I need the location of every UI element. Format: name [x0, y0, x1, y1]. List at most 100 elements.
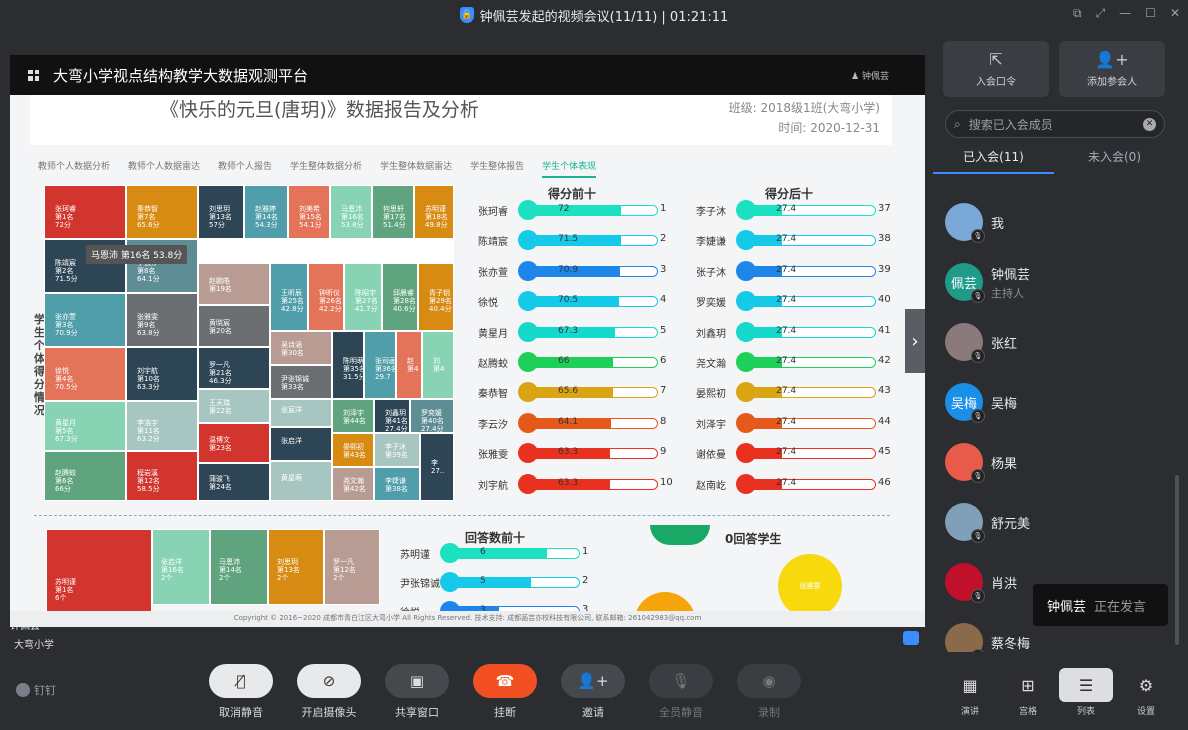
treemap-cell[interactable]: 蒲骏飞 第24名: [198, 463, 270, 501]
treemap-cell[interactable]: 青子钥 第29名 40.4分: [418, 263, 454, 331]
fullscreen-icon[interactable]: ⤢: [1096, 6, 1106, 21]
unmute-button[interactable]: 🎙̸ 取消静音: [209, 664, 273, 720]
treemap-cell[interactable]: 黄晓宸 第20名: [198, 305, 270, 347]
participant-item[interactable]: 🎙 张红: [933, 312, 1175, 372]
treemap-cell[interactable]: 赵鹏皓 第19名: [198, 263, 270, 305]
treemap-cell[interactable]: 赵腾蛟 第6名 66分: [44, 451, 126, 501]
ranking-value: 27.4: [776, 356, 797, 366]
answer-cell[interactable]: 张启洋 第16名 2个: [152, 529, 210, 605]
record-button[interactable]: ◉ 录制: [737, 664, 801, 720]
treemap-cell[interactable]: 刘宇航 第10名 63.3分: [126, 347, 198, 401]
treemap-cell[interactable]: 张启洋: [270, 427, 332, 461]
chat-bubble-icon[interactable]: [903, 631, 919, 645]
close-icon[interactable]: ✕: [1170, 6, 1180, 21]
clear-search-icon[interactable]: ✕: [1143, 117, 1156, 131]
report-tab[interactable]: 教师个人数据雷达: [128, 159, 200, 178]
ranking-value: 27.4: [776, 264, 797, 275]
participant-item[interactable]: 🎙 舒元美: [933, 492, 1175, 552]
treemap-cell[interactable]: 马恩沛 第16名 53.8分: [330, 185, 372, 239]
treemap-cell[interactable]: 邱晨睿 第28名 40.6分: [382, 263, 418, 331]
participant-item[interactable]: 吴梅 🎙 吴梅: [933, 372, 1175, 432]
mic-muted-icon: 🎙: [971, 409, 985, 423]
popout-icon[interactable]: ⧉: [1073, 6, 1082, 21]
tab-joined[interactable]: 已入会(11): [933, 142, 1054, 174]
participant-item[interactable]: 佩芸 🎙 钟佩芸 主持人: [933, 252, 1175, 312]
answer-cell[interactable]: 罗一凡 第12名 2个: [324, 529, 380, 605]
participant-item[interactable]: 🎙 杨果: [933, 432, 1175, 492]
answer-cell[interactable]: 苏明谨 第1名 6个: [46, 529, 152, 619]
report-tab[interactable]: 学生整体数据分析: [290, 159, 362, 178]
treemap-cell[interactable]: 王昕辰 第25名 42.8分: [270, 263, 308, 331]
participant-item[interactable]: 🎙 我: [933, 192, 1175, 252]
treemap-cell[interactable]: 尹张锦诚 第33名: [270, 365, 332, 399]
treemap-cell[interactable]: 张亦萱 第3名 70.9分: [44, 293, 126, 347]
treemap-cell[interactable]: 钟昕仪 第26名 42.2分: [308, 263, 344, 331]
treemap-cell[interactable]: 苏明谨 第18名 49.8分: [414, 185, 454, 239]
layout-list-button[interactable]: ☰: [1059, 668, 1113, 702]
treemap-cell[interactable]: 王天瑞 第22名: [198, 389, 270, 423]
treemap-cell[interactable]: 刘思玥 第13名 57分: [198, 185, 244, 239]
treemap-cell[interactable]: 刘美希 第15名 54.1分: [288, 185, 330, 239]
treemap-cell[interactable]: 何思轩 第17名 51.4分: [372, 185, 414, 239]
apps-grid-icon: [28, 69, 39, 81]
treemap-cell[interactable]: 李浩宇 第11名 63.2分: [126, 401, 198, 451]
report-tab[interactable]: 教师个人数据分析: [38, 159, 110, 178]
ranking-row: 张珂睿 72 1: [478, 200, 678, 220]
treemap-cell[interactable]: 程岩溪 第12名 58.5分: [126, 451, 198, 501]
treemap-cell-label: 秦恭智 第7名 65.6分: [137, 205, 160, 229]
treemap-cell[interactable]: 罗一凡 第21名 46.3分: [198, 347, 270, 389]
treemap-cell[interactable]: 罗奕媛 第40名 27.4分: [410, 399, 454, 433]
ranking-bar: [746, 235, 876, 247]
treemap-cell[interactable]: 尧文瀚 第42名: [332, 467, 374, 501]
answer-cell[interactable]: 刘思玥 第13名 2个: [268, 529, 324, 605]
treemap-cell[interactable]: 赵雅婷 第14名 54.3分: [244, 185, 288, 239]
treemap-cell[interactable]: 李子沐 第39名: [374, 433, 420, 467]
treemap-cell[interactable]: 陈昭宇 第27名 41.7分: [344, 263, 382, 331]
treemap-cell[interactable]: 陈明萌 第35名 31.5分: [332, 331, 364, 399]
layout-grid-button[interactable]: ⊞: [1001, 668, 1055, 702]
meeting-title: 🔒 钟佩芸发起的视频会议(11/11) | 01:21:11: [459, 6, 728, 25]
collapse-panel-chevron-icon[interactable]: ›: [905, 309, 925, 373]
treemap-cell-label: 尹张锦诚 第33名: [281, 375, 309, 391]
treemap-cell[interactable]: 张宸洋: [270, 399, 332, 427]
treemap-cell[interactable]: 刘鑫玥 第41名 27.4分: [374, 399, 410, 433]
share-window-button[interactable]: ▣ 共享窗口: [385, 664, 449, 720]
treemap-cell[interactable]: 徐悦 第4名 70.5分: [44, 347, 126, 401]
treemap-cell-label: 李浩宇 第11名 63.2分: [137, 419, 160, 443]
add-participant-button[interactable]: 👤+ 添加参会人: [1059, 41, 1165, 97]
answer-cell[interactable]: 马恩沛 第14名 2个: [210, 529, 268, 605]
zero-answer-bubble-text: 张雅雯: [799, 582, 821, 590]
report-tab[interactable]: 学生整体数据雷达: [380, 159, 452, 178]
treemap-cell[interactable]: 刘泽宇 第44名: [332, 399, 374, 433]
treemap-cell[interactable]: 李婕谦 第38名: [374, 467, 420, 501]
treemap-cell[interactable]: 黄星萌: [270, 461, 332, 501]
report-tab[interactable]: 教师个人报告: [218, 159, 272, 178]
treemap-cell[interactable]: 晏熙初 第43名: [332, 433, 374, 467]
treemap-cell[interactable]: 张珂睿 第1名 72分: [44, 185, 126, 239]
treemap-cell[interactable]: 温博文 第23名: [198, 423, 270, 463]
maximize-icon[interactable]: ☐: [1145, 6, 1156, 21]
report-tab[interactable]: 学生个体表现: [542, 159, 597, 178]
mute-all-button[interactable]: 🎙 全员静音: [649, 664, 713, 720]
invite-code-button[interactable]: ⇱ 入会口令: [943, 41, 1049, 97]
mic-muted-icon: 🎙: [971, 289, 985, 303]
treemap-cell[interactable]: 刘 第4: [422, 331, 454, 399]
participant-scrollbar[interactable]: [1175, 475, 1179, 645]
hangup-button[interactable]: ☎ 挂断: [473, 664, 537, 720]
member-search-input[interactable]: ⌕ 搜索已入会成员 ✕: [945, 110, 1165, 138]
treemap-cell[interactable]: 张司画 第36名 29.7: [364, 331, 396, 399]
camera-button[interactable]: ⊘ 开启摄像头: [297, 664, 361, 720]
platform-title: 大弯小学视点结构教学大数据观测平台: [53, 66, 309, 85]
treemap-cell[interactable]: 黄星月 第5名 67.3分: [44, 401, 126, 451]
treemap-cell[interactable]: 赵 第4: [396, 331, 422, 399]
tab-not-joined[interactable]: 未入会(0): [1054, 142, 1175, 174]
settings-button[interactable]: ⚙: [1119, 668, 1173, 702]
treemap-cell[interactable]: 秦恭智 第7名 65.6分: [126, 185, 198, 239]
minimize-icon[interactable]: —: [1119, 6, 1131, 21]
treemap-cell[interactable]: 吴诗涵 第30名: [270, 331, 332, 365]
layout-speaker-button[interactable]: ▦: [943, 668, 997, 702]
treemap-cell[interactable]: 李 27..: [420, 433, 454, 501]
invite-button[interactable]: 👤+ 邀请: [561, 664, 625, 720]
report-tab[interactable]: 学生整体报告: [470, 159, 524, 178]
treemap-cell[interactable]: 张雅雯 第9名 63.8分: [126, 293, 198, 347]
